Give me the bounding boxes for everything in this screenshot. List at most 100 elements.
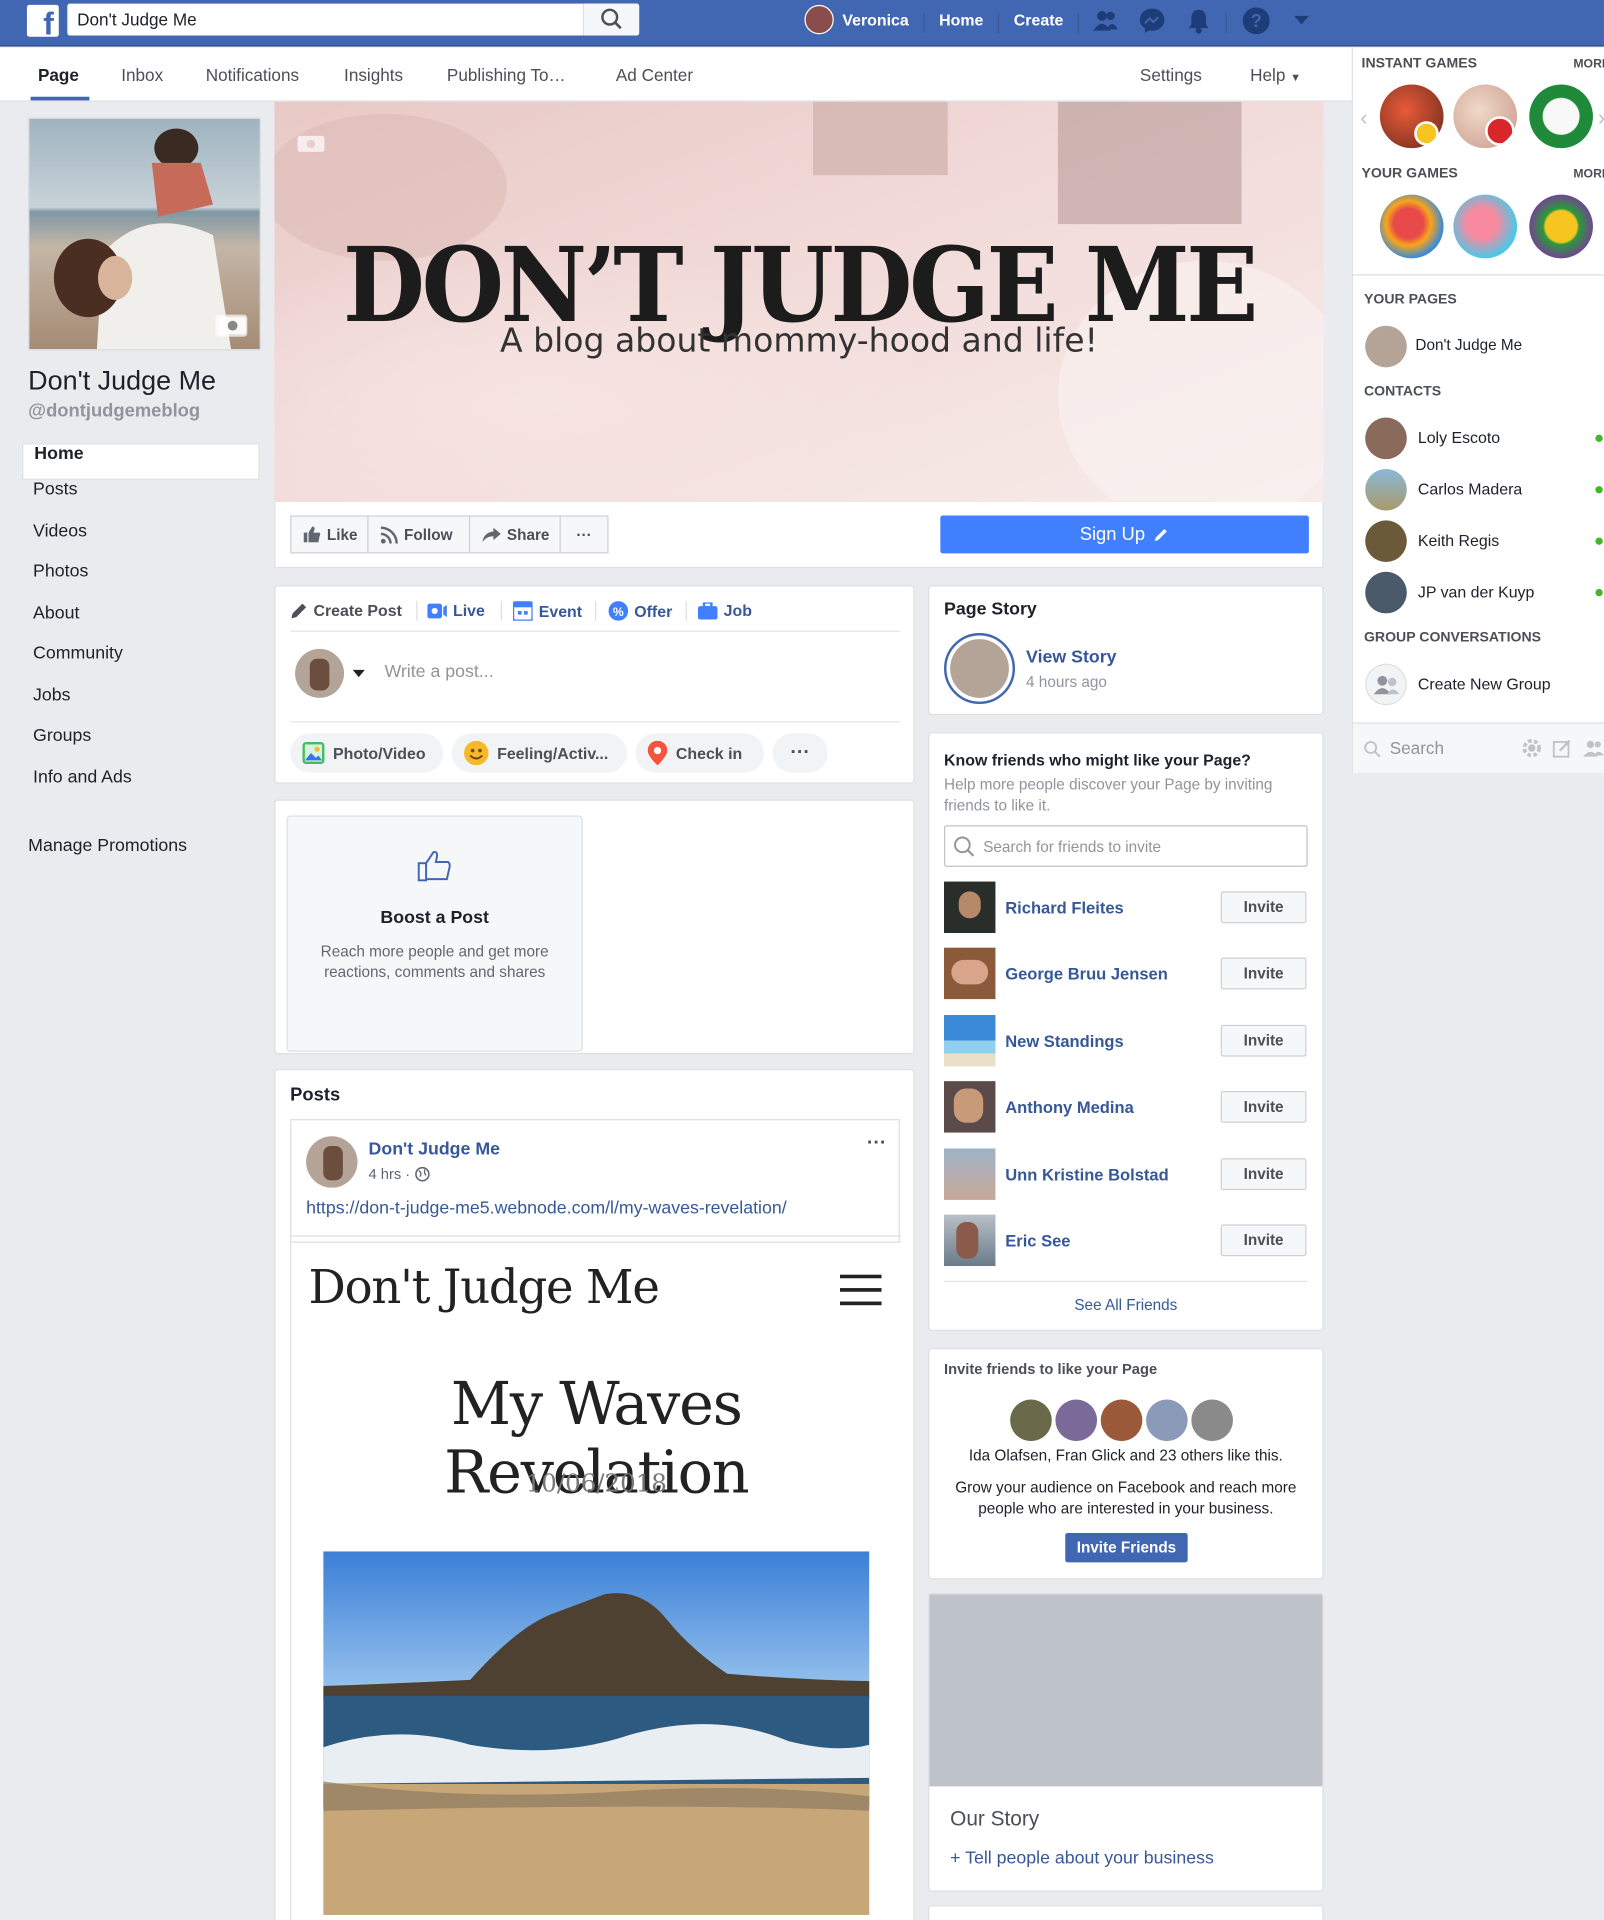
contact-item[interactable]: Carlos Madera bbox=[1365, 468, 1604, 512]
follow-button[interactable]: Follow bbox=[367, 515, 471, 554]
your-games-more-link[interactable]: MORE bbox=[1573, 168, 1604, 181]
create-link[interactable]: Create bbox=[1014, 11, 1064, 29]
new-group-icon[interactable] bbox=[1583, 738, 1604, 758]
liker-avatar[interactable] bbox=[1191, 1399, 1233, 1442]
uno-game-icon[interactable] bbox=[1453, 84, 1518, 149]
invite-button[interactable]: Invite bbox=[1220, 1158, 1307, 1191]
more-composer-options[interactable]: ··· bbox=[772, 733, 828, 773]
left-nav-about[interactable]: About bbox=[22, 603, 260, 644]
invite-search-field[interactable]: Search for friends to invite bbox=[944, 825, 1308, 867]
tab-insights[interactable]: Insights bbox=[344, 65, 403, 85]
global-search[interactable] bbox=[67, 3, 640, 36]
sign-up-button[interactable]: Sign Up bbox=[940, 515, 1309, 554]
invite-button[interactable]: Invite bbox=[1220, 891, 1307, 924]
left-nav-posts[interactable]: Posts bbox=[22, 480, 260, 521]
see-all-friends-link[interactable]: See All Friends bbox=[929, 1297, 1322, 1314]
left-nav-jobs[interactable]: Jobs bbox=[22, 685, 260, 726]
left-nav-photos[interactable]: Photos bbox=[22, 562, 260, 603]
story-cover-placeholder[interactable] bbox=[929, 1594, 1323, 1787]
help-icon[interactable]: ? bbox=[1242, 6, 1271, 35]
left-nav-info-and-ads[interactable]: Info and Ads bbox=[22, 767, 260, 808]
tab-publishing-tools[interactable]: Publishing To… bbox=[447, 65, 566, 85]
invite-friends-button[interactable]: Invite Friends bbox=[1065, 1532, 1188, 1563]
friend-name[interactable]: Eric See bbox=[1005, 1232, 1070, 1250]
invite-button[interactable]: Invite bbox=[1220, 1224, 1307, 1257]
post-author-name[interactable]: Don't Judge Me bbox=[369, 1140, 500, 1160]
left-nav-videos[interactable]: Videos bbox=[22, 521, 260, 562]
sidebar-search-input[interactable]: Search bbox=[1390, 738, 1444, 758]
notifications-icon[interactable] bbox=[1185, 7, 1212, 34]
liker-avatar[interactable] bbox=[1010, 1399, 1052, 1442]
contact-item[interactable]: Keith Regis bbox=[1365, 519, 1604, 563]
friend-avatar[interactable] bbox=[944, 947, 996, 1000]
post-link[interactable]: https://don-t-judge-me5.webnode.com/l/my… bbox=[306, 1199, 787, 1219]
solitaire-game-icon[interactable] bbox=[1529, 84, 1593, 149]
tab-page[interactable]: Page bbox=[38, 65, 79, 85]
chevron-down-icon[interactable] bbox=[352, 669, 365, 678]
home-link[interactable]: Home bbox=[939, 11, 983, 29]
left-nav-groups[interactable]: Groups bbox=[22, 726, 260, 767]
tell-people-link[interactable]: + Tell people about your business bbox=[950, 1849, 1214, 1869]
post-author-avatar[interactable] bbox=[306, 1136, 358, 1188]
instant-games-more-link[interactable]: MORE bbox=[1573, 58, 1604, 71]
post-time[interactable]: 4 hrs · bbox=[369, 1166, 411, 1183]
game-icon[interactable] bbox=[1379, 84, 1444, 149]
post-options-button[interactable]: ··· bbox=[867, 1133, 887, 1155]
search-button[interactable] bbox=[582, 3, 640, 36]
friend-avatar[interactable] bbox=[944, 1081, 996, 1133]
live-tab[interactable]: Live bbox=[427, 601, 485, 620]
liker-avatar[interactable] bbox=[1100, 1399, 1143, 1442]
liker-avatar[interactable] bbox=[1146, 1399, 1188, 1442]
friend-name[interactable]: New Standings bbox=[1005, 1032, 1123, 1050]
invite-button[interactable]: Invite bbox=[1220, 1090, 1307, 1123]
link-preview[interactable]: Don't Judge Me My Waves Revelation 10/06… bbox=[291, 1241, 902, 1920]
tab-settings[interactable]: Settings bbox=[1140, 65, 1202, 85]
friend-name[interactable]: George Bruu Jensen bbox=[1005, 965, 1168, 983]
friend-avatar[interactable] bbox=[944, 1214, 996, 1267]
tab-ad-center[interactable]: Ad Center bbox=[616, 65, 693, 85]
job-tab[interactable]: Job bbox=[697, 601, 752, 620]
candy-game-icon[interactable] bbox=[1379, 194, 1444, 259]
friend-name[interactable]: Richard Fleites bbox=[1005, 899, 1123, 917]
search-input[interactable] bbox=[77, 7, 567, 32]
feeling-activity-button[interactable]: Feeling/Activ... bbox=[451, 733, 627, 773]
friend-avatar[interactable] bbox=[944, 881, 996, 933]
invite-button[interactable]: Invite bbox=[1220, 1024, 1307, 1057]
left-nav-home[interactable]: Home bbox=[22, 443, 260, 480]
profile-picture[interactable] bbox=[28, 117, 261, 351]
compose-icon[interactable] bbox=[1552, 738, 1573, 758]
tab-inbox[interactable]: Inbox bbox=[121, 65, 163, 85]
friend-name[interactable]: Unn Kristine Bolstad bbox=[1005, 1166, 1168, 1184]
create-new-group-item[interactable]: Create New Group bbox=[1365, 662, 1604, 706]
event-tab[interactable]: Event bbox=[513, 601, 582, 621]
tab-help[interactable]: Help ▼ bbox=[1250, 65, 1301, 85]
game-icon[interactable] bbox=[1453, 194, 1518, 259]
cover-photo[interactable]: DON’T JUDGE ME A blog about mommy-hood a… bbox=[274, 101, 1324, 503]
check-in-button[interactable]: Check in bbox=[635, 733, 765, 773]
friend-avatar[interactable] bbox=[944, 1015, 996, 1067]
write-post-input[interactable]: Write a post... bbox=[384, 662, 493, 682]
share-button[interactable]: Share bbox=[468, 515, 561, 554]
user-profile-link[interactable]: Veronica bbox=[842, 11, 908, 29]
friend-avatar[interactable] bbox=[944, 1148, 996, 1200]
camera-icon[interactable] bbox=[296, 131, 325, 153]
facebook-logo-icon[interactable]: f bbox=[26, 4, 59, 39]
composer-avatar[interactable] bbox=[295, 648, 345, 698]
left-nav-community[interactable]: Community bbox=[22, 644, 260, 685]
user-avatar[interactable] bbox=[804, 4, 834, 35]
more-options-button[interactable]: ··· bbox=[559, 515, 609, 554]
create-post-tab[interactable]: Create Post bbox=[290, 601, 402, 620]
contact-item[interactable]: Loly Escoto bbox=[1365, 416, 1604, 460]
friends-icon[interactable] bbox=[1092, 9, 1119, 33]
story-avatar[interactable] bbox=[944, 633, 1016, 705]
manage-promotions-link[interactable]: Manage Promotions bbox=[28, 836, 187, 856]
page-username[interactable]: @dontjudgemeblog bbox=[28, 400, 200, 421]
messenger-icon[interactable] bbox=[1139, 7, 1166, 34]
contact-item[interactable]: JP van der Kuyp bbox=[1365, 571, 1604, 615]
gear-icon[interactable] bbox=[1522, 738, 1542, 758]
liker-avatar[interactable] bbox=[1055, 1399, 1098, 1442]
photo-video-button[interactable]: Photo/Video bbox=[290, 733, 444, 773]
words-game-icon[interactable] bbox=[1529, 194, 1593, 259]
view-story-link[interactable]: View Story bbox=[1026, 648, 1116, 668]
chevron-right-icon[interactable]: › bbox=[1598, 105, 1604, 131]
